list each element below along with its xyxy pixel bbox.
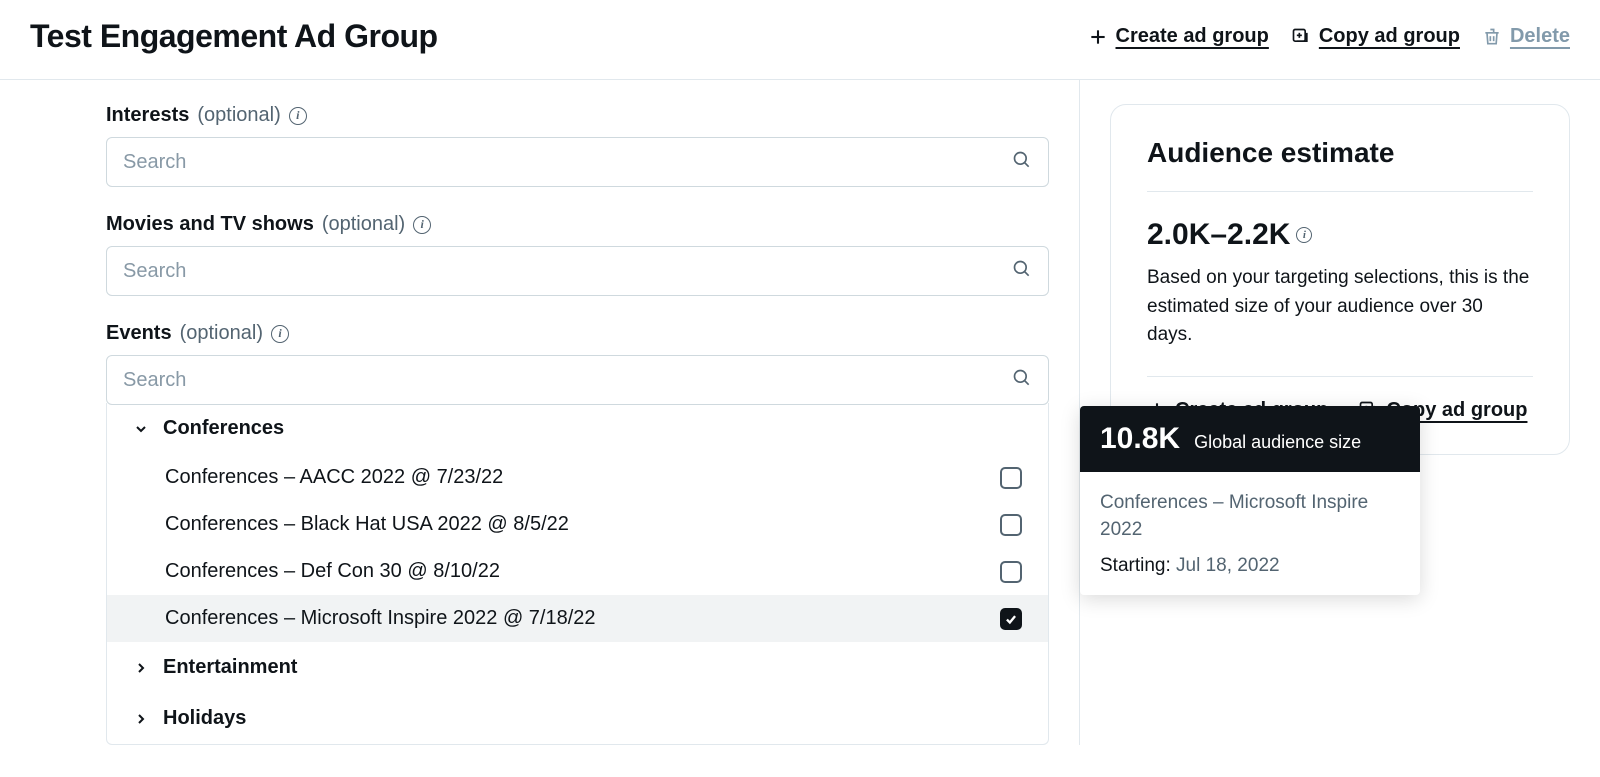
chevron-down-icon — [133, 421, 149, 437]
events-label-text: Events — [106, 322, 172, 345]
checkbox[interactable] — [1000, 561, 1022, 583]
estimate-value: 2.0K–2.2K i — [1147, 218, 1533, 252]
event-row[interactable]: Conferences – Black Hat USA 2022 @ 8/5/2… — [107, 501, 1048, 548]
tooltip-date: Jul 18, 2022 — [1176, 555, 1280, 576]
page-header: Test Engagement Ad Group Create ad group… — [0, 0, 1600, 80]
content: Interests (optional) i Movies and TV sho… — [0, 80, 1600, 745]
estimate-title: Audience estimate — [1147, 137, 1533, 192]
trash-icon — [1482, 27, 1502, 47]
category-holidays[interactable]: Holidays — [107, 693, 1048, 744]
create-label: Create ad group — [1116, 25, 1269, 48]
search-icon — [1012, 150, 1032, 175]
event-label: Conferences – Microsoft Inspire 2022 @ 7… — [165, 607, 596, 630]
interests-search[interactable] — [106, 137, 1049, 187]
category-label: Entertainment — [163, 656, 297, 679]
tooltip-event-name: Conferences – Microsoft Inspire 2022 — [1100, 490, 1400, 543]
event-row[interactable]: Conferences – Def Con 30 @ 8/10/22 — [107, 548, 1048, 595]
estimate-desc: Based on your targeting selections, this… — [1147, 264, 1533, 377]
event-label: Conferences – AACC 2022 @ 7/23/22 — [165, 466, 503, 489]
events-optional: (optional) — [180, 322, 263, 345]
header-actions: Create ad group Copy ad group Delete — [1088, 25, 1571, 48]
interests-optional: (optional) — [197, 104, 280, 127]
info-icon[interactable]: i — [289, 107, 307, 125]
delete-label: Delete — [1510, 25, 1570, 48]
interests-field: Interests (optional) i — [106, 104, 1049, 187]
left-gutter — [0, 80, 76, 745]
events-input[interactable] — [123, 369, 1012, 392]
audience-estimate-card: Audience estimate 2.0K–2.2K i Based on y… — [1110, 104, 1570, 455]
movies-input[interactable] — [123, 260, 1012, 283]
right-column: Audience estimate 2.0K–2.2K i Based on y… — [1080, 80, 1570, 745]
copy-icon — [1291, 27, 1311, 47]
chevron-right-icon — [133, 660, 149, 676]
page-title: Test Engagement Ad Group — [30, 18, 438, 55]
interests-input[interactable] — [123, 151, 1012, 174]
chevron-right-icon — [133, 711, 149, 727]
movies-search[interactable] — [106, 246, 1049, 296]
info-icon[interactable]: i — [271, 325, 289, 343]
event-label: Conferences – Black Hat USA 2022 @ 8/5/2… — [165, 513, 569, 536]
movies-label-text: Movies and TV shows — [106, 213, 314, 236]
category-label: Holidays — [163, 707, 246, 730]
events-field: Events (optional) i Conferences Con — [106, 322, 1049, 745]
checkbox[interactable] — [1000, 514, 1022, 536]
tooltip-start-label: Starting — [1100, 555, 1165, 576]
copy-ad-group-button[interactable]: Copy ad group — [1291, 25, 1460, 48]
info-icon[interactable]: i — [413, 216, 431, 234]
movies-field: Movies and TV shows (optional) i — [106, 213, 1049, 296]
checkbox-checked[interactable] — [1000, 608, 1022, 630]
event-row[interactable]: Conferences – AACC 2022 @ 7/23/22 — [107, 454, 1048, 501]
info-icon[interactable]: i — [1296, 227, 1312, 243]
event-tooltip: 10.8K Global audience size Conferences –… — [1080, 406, 1420, 595]
estimate-range: 2.0K–2.2K — [1147, 218, 1290, 252]
events-dropdown: Conferences Conferences – AACC 2022 @ 7/… — [106, 403, 1049, 745]
search-icon — [1012, 259, 1032, 284]
events-label: Events (optional) i — [106, 322, 1049, 345]
create-ad-group-button[interactable]: Create ad group — [1088, 25, 1269, 48]
category-entertainment[interactable]: Entertainment — [107, 642, 1048, 693]
search-icon — [1012, 368, 1032, 393]
main-column: Interests (optional) i Movies and TV sho… — [76, 80, 1080, 745]
tooltip-sub: Global audience size — [1194, 432, 1361, 453]
checkbox[interactable] — [1000, 467, 1022, 489]
interests-label-text: Interests — [106, 104, 189, 127]
copy-label: Copy ad group — [1319, 25, 1460, 48]
category-label: Conferences — [163, 417, 284, 440]
tooltip-body: Conferences – Microsoft Inspire 2022 Sta… — [1080, 472, 1420, 595]
tooltip-size: 10.8K — [1100, 422, 1180, 456]
interests-label: Interests (optional) i — [106, 104, 1049, 127]
event-row[interactable]: Conferences – Microsoft Inspire 2022 @ 7… — [107, 595, 1048, 642]
plus-icon — [1088, 27, 1108, 47]
tooltip-start: Starting: Jul 18, 2022 — [1100, 555, 1400, 577]
category-conferences[interactable]: Conferences — [107, 403, 1048, 454]
tooltip-header: 10.8K Global audience size — [1080, 406, 1420, 472]
events-search[interactable] — [106, 355, 1049, 405]
movies-optional: (optional) — [322, 213, 405, 236]
delete-button[interactable]: Delete — [1482, 25, 1570, 48]
event-label: Conferences – Def Con 30 @ 8/10/22 — [165, 560, 500, 583]
movies-label: Movies and TV shows (optional) i — [106, 213, 1049, 236]
